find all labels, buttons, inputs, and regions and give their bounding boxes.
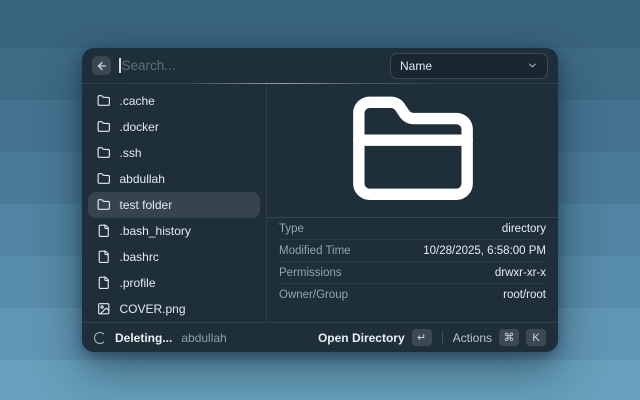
k-key-badge[interactable]: K xyxy=(526,329,546,346)
metadata-row-permissions: Permissions drwxr-xr-x xyxy=(279,262,546,284)
status-text: Deleting... xyxy=(115,331,172,345)
metadata-label: Owner/Group xyxy=(279,289,348,301)
list-item-label: COVER.png xyxy=(120,302,186,316)
metadata-label: Type xyxy=(279,223,304,235)
list-item-test-folder-selected[interactable]: test folder xyxy=(88,192,260,218)
return-key-badge[interactable]: ↵ xyxy=(412,329,432,346)
folder-icon xyxy=(97,146,111,160)
list-item-label: .bashrc xyxy=(120,250,159,264)
text-caret xyxy=(119,58,121,73)
back-button[interactable] xyxy=(92,56,111,75)
list-item-label: .bash_history xyxy=(120,224,191,238)
folder-icon xyxy=(348,86,478,216)
list-item-label: .profile xyxy=(120,276,156,290)
detail-panel: Type directory Modified Time 10/28/2025,… xyxy=(267,84,558,322)
loading-spinner-icon xyxy=(94,332,106,344)
file-icon xyxy=(97,250,111,264)
metadata-label: Permissions xyxy=(279,267,342,279)
list-item-cache[interactable]: .cache xyxy=(88,88,260,114)
list-item-bashrc[interactable]: .bashrc xyxy=(88,244,260,270)
image-icon xyxy=(97,302,111,316)
main-area: .cache .docker .ssh abdullah test folder xyxy=(82,84,558,322)
metadata-label: Modified Time xyxy=(279,245,351,257)
list-item-profile[interactable]: .profile xyxy=(88,270,260,296)
list-item-label: .cache xyxy=(120,94,155,108)
list-item-abdullah[interactable]: abdullah xyxy=(88,166,260,192)
sort-dropdown-value: Name xyxy=(400,59,432,73)
statusbar-divider xyxy=(442,331,443,344)
list-item-label: abdullah xyxy=(120,172,165,186)
folder-icon xyxy=(97,120,111,134)
metadata-section: Type directory Modified Time 10/28/2025,… xyxy=(267,217,558,322)
metadata-value: directory xyxy=(502,223,546,235)
list-item-label: .docker xyxy=(120,120,159,134)
list-item-label: .ssh xyxy=(120,146,142,160)
command-key-badge[interactable]: ⌘ xyxy=(499,329,519,346)
list-item-bash-history[interactable]: .bash_history xyxy=(88,218,260,244)
folder-icon xyxy=(97,94,111,108)
search-placeholder: Search... xyxy=(122,58,176,73)
file-icon xyxy=(97,224,111,238)
list-item-cover-png[interactable]: COVER.png xyxy=(88,296,260,322)
file-list: .cache .docker .ssh abdullah test folder xyxy=(82,84,266,322)
sort-dropdown[interactable]: Name xyxy=(390,53,548,79)
status-bar: Deleting... abdullah Open Directory ↵ Ac… xyxy=(82,322,558,352)
file-icon xyxy=(97,276,111,290)
file-browser-window: Search... Name .cache .docker .ssh xyxy=(82,48,558,352)
metadata-row-type: Type directory xyxy=(279,218,546,240)
list-item-label: test folder xyxy=(120,198,173,212)
metadata-value: 10/28/2025, 6:58:00 PM xyxy=(423,245,546,257)
chevron-down-icon xyxy=(527,60,538,71)
status-target: abdullah xyxy=(181,331,226,345)
list-item-docker[interactable]: .docker xyxy=(88,114,260,140)
folder-icon xyxy=(97,172,111,186)
list-item-ssh[interactable]: .ssh xyxy=(88,140,260,166)
metadata-value: root/root xyxy=(503,289,546,301)
desktop-background: { "topbar": { "search_placeholder": "Sea… xyxy=(0,0,640,400)
open-directory-button[interactable]: Open Directory xyxy=(318,331,405,345)
preview-area xyxy=(267,84,558,217)
top-bar: Search... Name xyxy=(82,48,558,83)
metadata-row-owner-group: Owner/Group root/root xyxy=(279,284,546,306)
folder-icon xyxy=(97,198,111,212)
search-input[interactable]: Search... xyxy=(119,58,390,73)
metadata-value: drwxr-xr-x xyxy=(495,267,546,279)
arrow-left-icon xyxy=(96,60,108,72)
actions-button[interactable]: Actions xyxy=(453,331,492,345)
metadata-row-modified-time: Modified Time 10/28/2025, 6:58:00 PM xyxy=(279,240,546,262)
